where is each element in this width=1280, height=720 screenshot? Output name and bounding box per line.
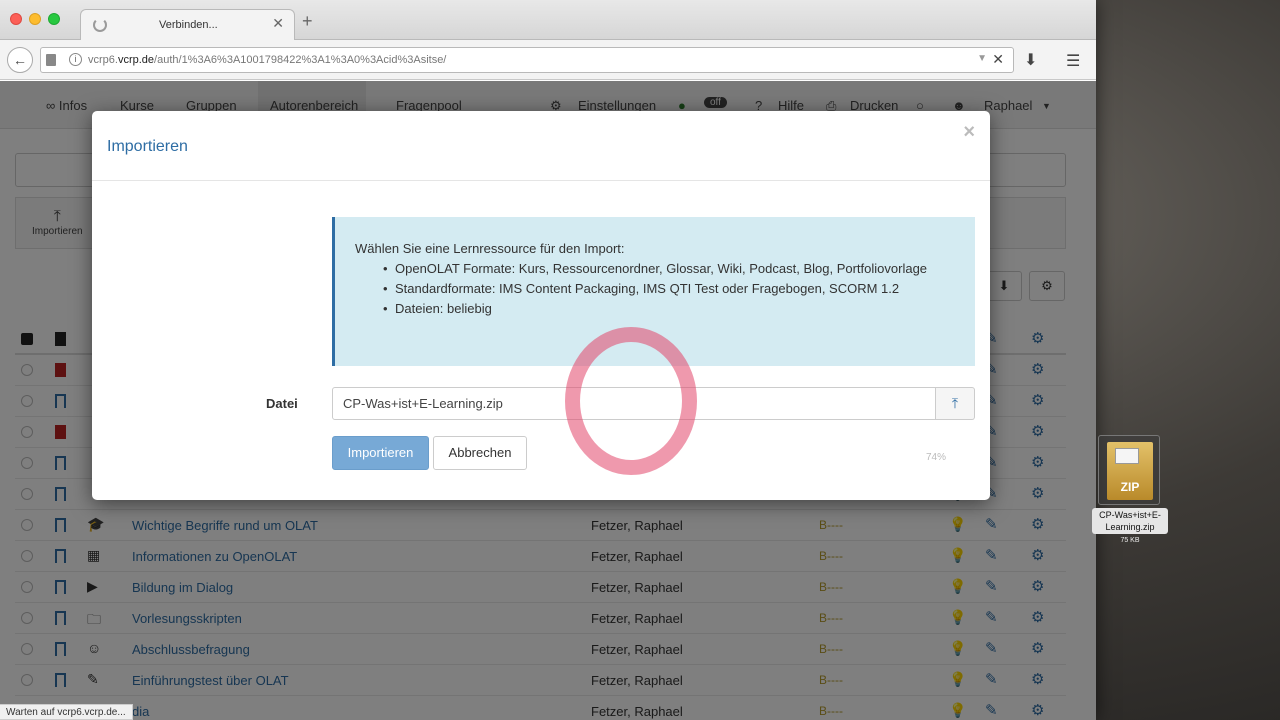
loading-spinner-icon — [93, 18, 107, 32]
desktop-zip-file[interactable]: ZIP — [1098, 435, 1160, 505]
format-list-item: Standardformate: IMS Content Packaging, … — [383, 279, 955, 299]
close-icon[interactable]: × — [963, 121, 975, 144]
import-dialog: Importieren × Wählen Sie eine Lernressou… — [92, 111, 990, 500]
tab-close-icon[interactable]: ✕ — [272, 15, 284, 32]
desktop-file-size: 75 KB — [1120, 537, 1140, 544]
info-intro: Wählen Sie eine Lernressource für den Im… — [355, 241, 625, 256]
stop-loading-icon[interactable]: ✕ — [992, 51, 1004, 68]
browser-window: Verbinden... ✕ + ← i vcrp6.vcrp.de/auth/… — [0, 0, 1096, 720]
browser-tab[interactable]: Verbinden... ✕ — [80, 9, 295, 40]
page-icon — [46, 54, 56, 66]
tab-bar: Verbinden... ✕ + — [0, 0, 1096, 40]
modal-header: Importieren × — [92, 111, 990, 181]
format-list: OpenOLAT Formate: Kurs, Ressourcenordner… — [383, 259, 955, 319]
upload-progress-text: 74% — [926, 452, 947, 463]
navigation-bar: ← i vcrp6.vcrp.de/auth/1%3A6%3A100179842… — [0, 40, 1096, 80]
zip-preview — [1115, 448, 1139, 464]
import-button[interactable]: Importieren — [332, 436, 429, 470]
cancel-button[interactable]: Abbrechen — [433, 436, 527, 470]
status-bar: Warten auf vcrp6.vcrp.de... — [0, 704, 133, 720]
format-list-item: OpenOLAT Formate: Kurs, Ressourcenordner… — [383, 259, 955, 279]
upload-button[interactable]: ⤒ — [936, 387, 975, 420]
format-list-item: Dateien: beliebig — [383, 299, 955, 319]
globe-icon: i — [69, 53, 82, 66]
modal-title: Importieren — [107, 138, 188, 155]
hamburger-menu-icon[interactable]: ☰ — [1066, 51, 1080, 71]
window-maximize-button[interactable] — [48, 13, 60, 25]
back-button[interactable]: ← — [7, 47, 33, 73]
zip-icon-label: ZIP — [1120, 480, 1140, 494]
new-tab-button[interactable]: + — [302, 12, 313, 30]
url-text: vcrp6.vcrp.de/auth/1%3A6%3A1001798422%3A… — [88, 54, 447, 66]
download-icon[interactable]: ⬇ — [1024, 50, 1037, 70]
zip-file-icon: ZIP — [1107, 442, 1153, 500]
window-minimize-button[interactable] — [29, 13, 41, 25]
click-highlight-ring — [565, 327, 697, 475]
tab-title: Verbinden... — [159, 19, 218, 31]
file-label: Datei — [266, 396, 298, 411]
url-bar[interactable]: i vcrp6.vcrp.de/auth/1%3A6%3A1001798422%… — [40, 47, 1014, 73]
url-dropdown-icon[interactable]: ▼ — [977, 53, 987, 64]
window-close-button[interactable] — [10, 13, 22, 25]
desktop-file-label: CP-Was+ist+E-Learning.zip — [1092, 508, 1168, 534]
